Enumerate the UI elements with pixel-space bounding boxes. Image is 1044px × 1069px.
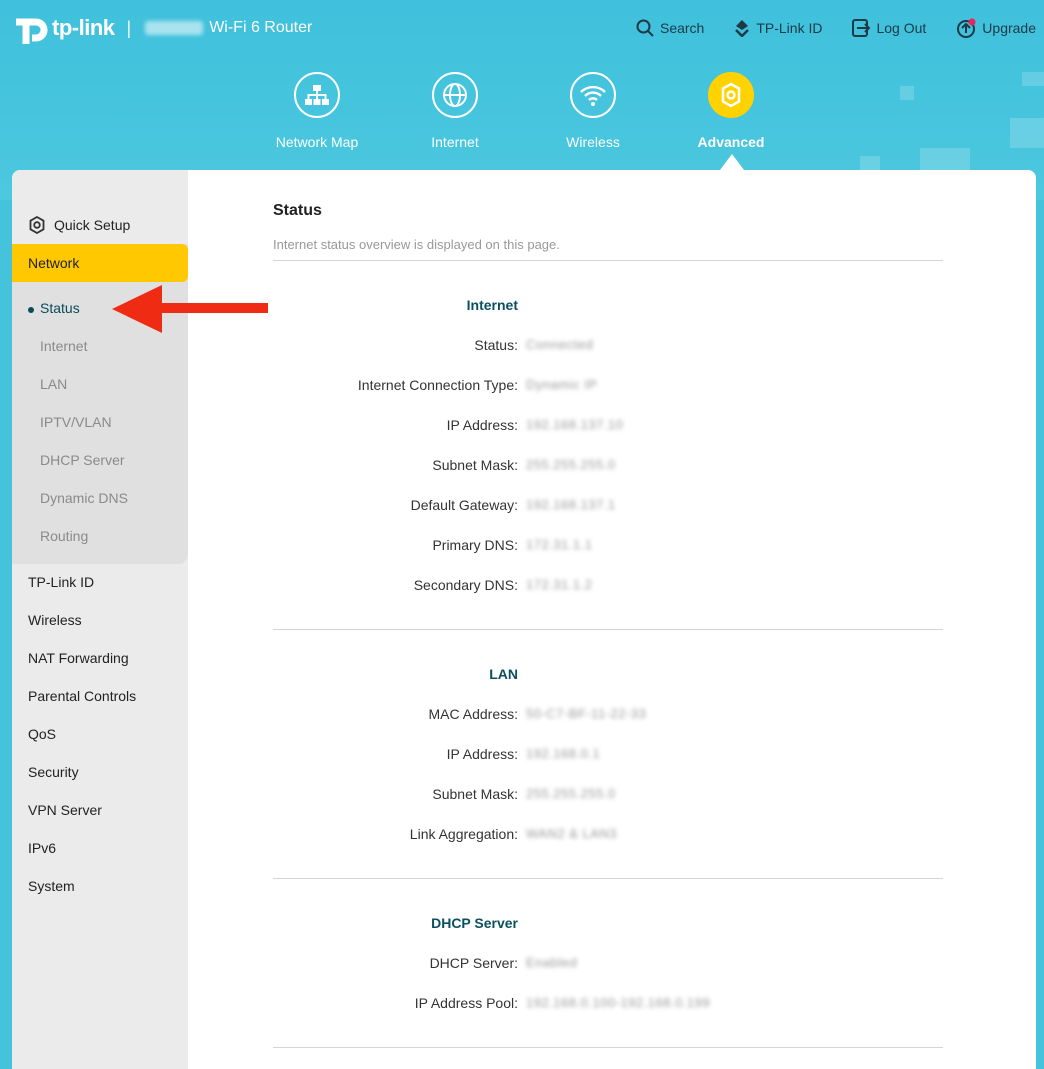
field-label: Internet Connection Type:: [357, 377, 518, 393]
sidebar-subitem-routing[interactable]: Routing: [40, 528, 88, 544]
annotation-arrow: [110, 283, 270, 340]
tab-advanced[interactable]: Advanced: [662, 72, 800, 150]
field-label: Default Gateway:: [410, 497, 518, 513]
search-button[interactable]: Search: [636, 18, 704, 38]
field-label: Link Aggregation:: [409, 826, 518, 842]
search-icon: [636, 19, 654, 37]
tab-label: Internet: [431, 134, 479, 150]
header-decoration: [1010, 118, 1044, 148]
tab-label: Wireless: [566, 134, 620, 150]
field-value: WAN2 & LAN3: [526, 826, 617, 841]
upgrade-label: Upgrade: [982, 20, 1036, 36]
section-title-dhcp-server: DHCP Server: [431, 915, 518, 931]
divider: [273, 878, 943, 879]
main-tabs: Network Map Internet Wireless Advanced: [248, 72, 800, 150]
field-value: 255.255.255.0: [526, 457, 616, 472]
tplink-id-label: TP-Link ID: [756, 20, 823, 36]
sidebar-item-vpn-server[interactable]: VPN Server: [28, 802, 102, 818]
sidebar-subitem-internet[interactable]: Internet: [40, 338, 87, 354]
logo-separator: |: [126, 17, 132, 38]
field-label: Secondary DNS:: [413, 577, 518, 593]
sidebar-item-label: Quick Setup: [54, 217, 131, 233]
active-tab-pointer: [720, 154, 744, 170]
field-label: IP Address:: [446, 417, 518, 433]
field-label: Subnet Mask:: [432, 457, 518, 473]
sidebar-item-tplink-id[interactable]: TP-Link ID: [28, 574, 94, 590]
divider: [273, 629, 943, 630]
sidebar-item-qos[interactable]: QoS: [28, 726, 56, 742]
tplink-id-icon: [735, 20, 750, 37]
network-map-icon: [294, 72, 340, 118]
field-label: Primary DNS:: [432, 537, 518, 553]
tplink-id-button[interactable]: TP-Link ID: [734, 18, 822, 38]
section-title-lan: LAN: [489, 666, 518, 682]
active-dot: [28, 307, 34, 313]
field-label: MAC Address:: [428, 706, 518, 722]
gear-icon: [708, 72, 754, 118]
field-label: Subnet Mask:: [432, 786, 518, 802]
search-label: Search: [659, 20, 705, 36]
field-label: IP Address Pool:: [414, 995, 518, 1011]
header-decoration: [1022, 72, 1044, 86]
page-title: Status: [273, 202, 322, 219]
field-value: Dynamic IP: [526, 377, 598, 392]
sidebar-subitem-lan[interactable]: LAN: [40, 376, 67, 392]
field-label: Status:: [474, 337, 518, 353]
tplink-logo[interactable]: tp-link | Wi-Fi 6 Router: [12, 10, 312, 46]
field-value: 192.168.0.1: [526, 746, 601, 761]
sidebar-item-security[interactable]: Security: [28, 764, 79, 780]
logout-icon: [852, 19, 871, 37]
tab-label: Network Map: [275, 134, 359, 150]
field-value: Connected: [526, 337, 594, 352]
header-decoration: [860, 156, 880, 170]
top-navigation: Search TP-Link ID Log Out Upgrade: [636, 18, 1036, 38]
logout-button[interactable]: Log Out: [852, 18, 926, 38]
gear-icon: [29, 216, 45, 234]
section-title-internet: Internet: [466, 297, 518, 313]
field-value: 192.168.137.1: [526, 497, 616, 512]
divider: [273, 1047, 943, 1048]
field-value: 172.31.1.1: [526, 537, 593, 552]
wifi-icon: [570, 72, 616, 118]
sidebar-item-system[interactable]: System: [28, 878, 75, 894]
upgrade-icon: [957, 18, 976, 38]
field-label: DHCP Server:: [429, 955, 518, 971]
tplink-logo-icon: [12, 10, 48, 46]
logout-label: Log Out: [876, 20, 927, 36]
field-value: 255.255.255.0: [526, 786, 616, 801]
model-number-redacted: [145, 21, 204, 35]
sidebar-subitem-dhcp-server[interactable]: DHCP Server: [40, 452, 125, 468]
field-value: 192.168.137.10: [526, 417, 624, 432]
sidebar-item-quick-setup[interactable]: Quick Setup: [28, 216, 130, 234]
sidebar-item-nat-forwarding[interactable]: NAT Forwarding: [28, 650, 129, 666]
tab-wireless[interactable]: Wireless: [524, 72, 662, 150]
field-value: Enabled: [526, 955, 578, 970]
sidebar-subitem-dynamic-dns[interactable]: Dynamic DNS: [40, 490, 128, 506]
sidebar-item-parental-controls[interactable]: Parental Controls: [28, 688, 136, 704]
divider: [273, 260, 943, 261]
router-name: Wi-Fi 6 Router: [209, 19, 313, 36]
header-decoration: [900, 86, 914, 100]
brand-name: tp-link: [52, 15, 115, 40]
sidebar-subitem-status[interactable]: Status: [40, 300, 80, 316]
field-label: IP Address:: [446, 746, 518, 762]
globe-icon: [432, 72, 478, 118]
field-value: 50-C7-BF-11-22-33: [526, 706, 647, 721]
page-description: Internet status overview is displayed on…: [273, 237, 560, 252]
sidebar-subitem-iptv-vlan[interactable]: IPTV/VLAN: [40, 414, 112, 430]
tab-network-map[interactable]: Network Map: [248, 72, 386, 150]
field-value: 172.31.1.2: [526, 577, 593, 592]
sidebar-item-network[interactable]: Network: [12, 244, 188, 282]
sidebar-item-wireless[interactable]: Wireless: [28, 612, 82, 628]
sidebar-item-ipv6[interactable]: IPv6: [28, 840, 56, 856]
tab-label: Advanced: [697, 134, 765, 150]
field-value: 192.168.0.100-192.168.0.199: [526, 995, 711, 1010]
tab-internet[interactable]: Internet: [386, 72, 524, 150]
upgrade-button[interactable]: Upgrade: [956, 18, 1036, 38]
